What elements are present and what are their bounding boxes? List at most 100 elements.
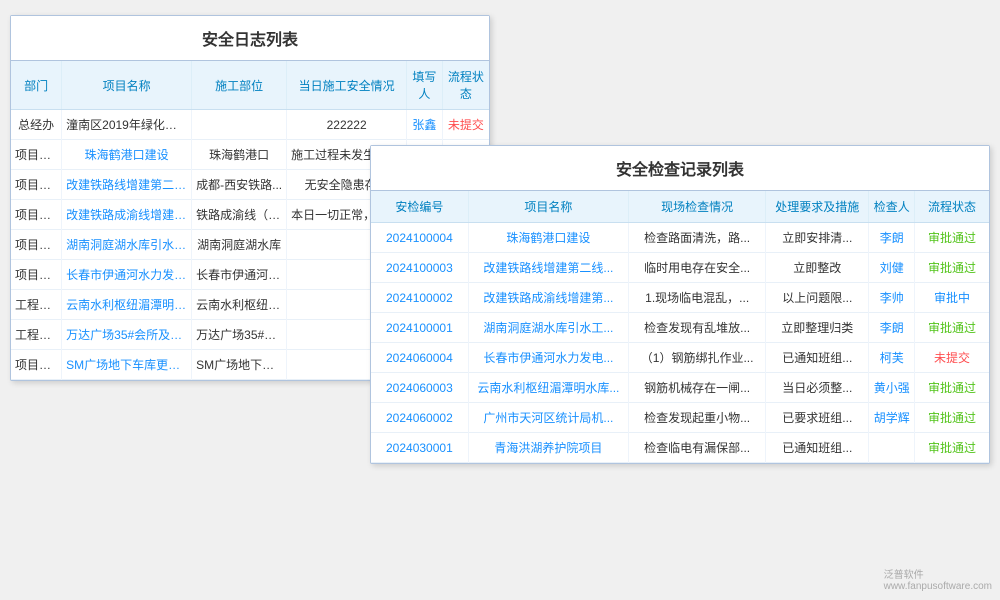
watermark: 泛普软件 www.fanpusoftware.com (884, 566, 992, 592)
col-header-project2: 项目名称 (468, 191, 628, 223)
cell-project[interactable]: 改建铁路成渝线增建第二... (62, 200, 192, 230)
cell-inspector[interactable]: 胡学辉 (869, 403, 915, 433)
cell-inspect: 钢筋机械存在一闸... (628, 373, 765, 403)
left-panel-title: 安全日志列表 (11, 16, 489, 61)
cell-inspect: 检查路面清洗，路... (628, 223, 765, 253)
cell-id[interactable]: 2024100002 (371, 283, 468, 313)
cell-project[interactable]: 云南水利枢纽湄潭明水库—... (62, 290, 192, 320)
cell-project[interactable]: 长春市伊通河水力发电... (468, 343, 628, 373)
cell-id[interactable]: 2024060002 (371, 403, 468, 433)
inspection-table-row: 2024030001青海洪湖养护院项目检查临电有漏保部...已通知班组... 审批… (371, 433, 989, 463)
cell-dept: 项目一部 (11, 170, 62, 200)
cell-writer[interactable]: 张鑫 (407, 110, 443, 140)
cell-inspect: （1）钢筋绑扎作业... (628, 343, 765, 373)
cell-inspect: 检查临电有漏保部... (628, 433, 765, 463)
cell-dept: 工程管... (11, 320, 62, 350)
cell-status: 审批通过 (915, 223, 989, 253)
cell-inspect: 1.现场临电混乱，... (628, 283, 765, 313)
cell-dept: 工程管... (11, 290, 62, 320)
cell-site (192, 110, 287, 140)
cell-dept: 项目二部 (11, 200, 62, 230)
cell-id[interactable]: 2024100004 (371, 223, 468, 253)
cell-site: 铁路成渝线（成... (192, 200, 287, 230)
cell-project[interactable]: 湖南洞庭湖水库引水工... (468, 313, 628, 343)
cell-site: 长春市伊通河水... (192, 260, 287, 290)
cell-project[interactable]: 湖南洞庭湖水库引水工程... (62, 230, 192, 260)
col-header-id: 安检编号 (371, 191, 468, 223)
cell-project[interactable]: 云南水利枢纽湄潭明水库... (468, 373, 628, 403)
inspection-table-row: 2024100004珠海鹤港口建设检查路面清洗，路...立即安排清...李朗审批… (371, 223, 989, 253)
cell-project[interactable]: SM广场地下车库更换摄... (62, 350, 192, 380)
cell-inspector[interactable]: 黄小强 (869, 373, 915, 403)
col-header-handle: 处理要求及措施 (766, 191, 869, 223)
cell-safety: 222222 (287, 110, 407, 140)
cell-id[interactable]: 2024060004 (371, 343, 468, 373)
cell-project[interactable]: 长春市伊通河水力发电厂... (62, 260, 192, 290)
cell-inspector[interactable]: 刘健 (869, 253, 915, 283)
inspection-table-row: 2024060004长春市伊通河水力发电...（1）钢筋绑扎作业...已通知班组… (371, 343, 989, 373)
inspection-header-row: 安检编号 项目名称 现场检查情况 处理要求及措施 检查人 流程状态 (371, 191, 989, 223)
cell-status: 审批通过 (915, 433, 989, 463)
safety-inspection-table: 安检编号 项目名称 现场检查情况 处理要求及措施 检查人 流程状态 202410… (371, 191, 989, 463)
cell-id[interactable]: 2024100001 (371, 313, 468, 343)
cell-dept: 项目三部 (11, 140, 62, 170)
cell-handle: 已通知班组... (766, 433, 869, 463)
cell-dept: 项目三部 (11, 260, 62, 290)
cell-project[interactable]: 青海洪湖养护院项目 (468, 433, 628, 463)
watermark-line2: www.fanpusoftware.com (884, 581, 992, 592)
cell-inspector[interactable]: 李朗 (869, 313, 915, 343)
cell-id[interactable]: 2024030001 (371, 433, 468, 463)
cell-status: 审批通过 (915, 253, 989, 283)
cell-site: 云南水利枢纽湄... (192, 290, 287, 320)
cell-project[interactable]: 万达广场35#会所及咖啡... (62, 320, 192, 350)
right-panel-title: 安全检查记录列表 (371, 146, 989, 191)
cell-inspector[interactable]: 李帅 (869, 283, 915, 313)
cell-handle: 立即整理归类 (766, 313, 869, 343)
cell-project[interactable]: 珠海鹤港口建设 (468, 223, 628, 253)
cell-status: 审批通过 (915, 313, 989, 343)
cell-site: 成都-西安铁路... (192, 170, 287, 200)
cell-status: 审批中 (915, 283, 989, 313)
col-header-inspector: 检查人 (869, 191, 915, 223)
col-header-project: 项目名称 (62, 61, 192, 110)
cell-inspect: 检查发现有乱堆放... (628, 313, 765, 343)
table-header-row: 部门 项目名称 施工部位 当日施工安全情况 填写人 流程状态 (11, 61, 489, 110)
cell-id[interactable]: 2024060003 (371, 373, 468, 403)
col-header-status: 流程状态 (442, 61, 489, 110)
cell-inspect: 临时用电存在安全... (628, 253, 765, 283)
col-header-status2: 流程状态 (915, 191, 989, 223)
cell-status: 未提交 (442, 110, 489, 140)
cell-inspector[interactable]: 李朗 (869, 223, 915, 253)
cell-dept: 项目一部 (11, 230, 62, 260)
cell-status: 未提交 (915, 343, 989, 373)
cell-project[interactable]: 珠海鹤港口建设 (62, 140, 192, 170)
cell-id[interactable]: 2024100003 (371, 253, 468, 283)
col-header-dept: 部门 (11, 61, 62, 110)
cell-project: 潼南区2019年绿化补贴项... (62, 110, 192, 140)
cell-handle: 以上问题限... (766, 283, 869, 313)
cell-project[interactable]: 改建铁路线增建第二线... (468, 253, 628, 283)
inspection-table-row: 2024060002广州市天河区统计局机...检查发现起重小物...已要求班组.… (371, 403, 989, 433)
cell-site: 湖南洞庭湖水库 (192, 230, 287, 260)
inspection-table-row: 2024100003改建铁路线增建第二线...临时用电存在安全...立即整改刘健… (371, 253, 989, 283)
inspection-table-row: 2024100001湖南洞庭湖水库引水工...检查发现有乱堆放...立即整理归类… (371, 313, 989, 343)
cell-site: 珠海鹤港口 (192, 140, 287, 170)
cell-handle: 立即安排清... (766, 223, 869, 253)
cell-project[interactable]: 改建铁路成渝线增建第... (468, 283, 628, 313)
col-header-writer: 填写人 (407, 61, 443, 110)
cell-handle: 已通知班组... (766, 343, 869, 373)
cell-status: 审批通过 (915, 403, 989, 433)
cell-inspector[interactable]: 柯芙 (869, 343, 915, 373)
cell-dept: 项目二部 (11, 350, 62, 380)
cell-project[interactable]: 广州市天河区统计局机... (468, 403, 628, 433)
col-header-site: 施工部位 (192, 61, 287, 110)
cell-handle: 当日必须整... (766, 373, 869, 403)
cell-site: 万达广场35#会... (192, 320, 287, 350)
table-row: 总经办潼南区2019年绿化补贴项... 222222张鑫未提交 (11, 110, 489, 140)
col-header-safety: 当日施工安全情况 (287, 61, 407, 110)
right-panel: 安全检查记录列表 安检编号 项目名称 现场检查情况 处理要求及措施 检查人 流程… (370, 145, 990, 464)
cell-status: 审批通过 (915, 373, 989, 403)
cell-handle: 立即整改 (766, 253, 869, 283)
cell-project[interactable]: 改建铁路线增建第二线直... (62, 170, 192, 200)
cell-dept: 总经办 (11, 110, 62, 140)
